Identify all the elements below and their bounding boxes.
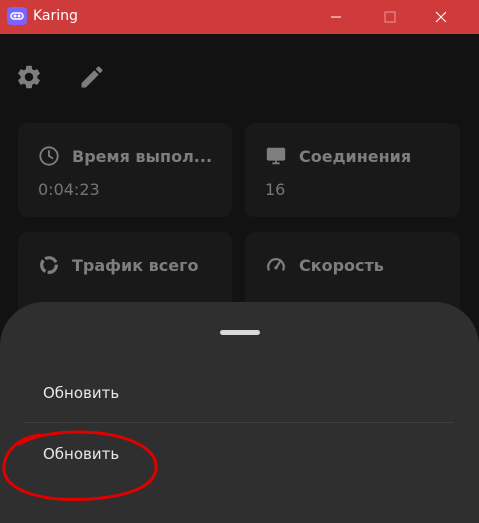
sheet-item-label: Обновить (43, 384, 120, 402)
app-window: Karing Время выпол... 0:04:23 Соединения… (0, 0, 479, 523)
drag-handle[interactable] (220, 330, 260, 335)
window-title: Karing (33, 8, 78, 24)
app-logo-icon (7, 7, 27, 25)
maximize-icon (384, 11, 396, 23)
title-bar: Karing (0, 0, 479, 34)
minimize-icon (331, 16, 341, 18)
red-circle-annotation (2, 430, 158, 501)
close-button[interactable] (418, 0, 464, 34)
minimize-button[interactable] (313, 0, 359, 34)
sheet-item-update-1[interactable]: Обновить (0, 362, 479, 422)
maximize-button[interactable] (367, 0, 413, 34)
close-icon (435, 11, 447, 23)
